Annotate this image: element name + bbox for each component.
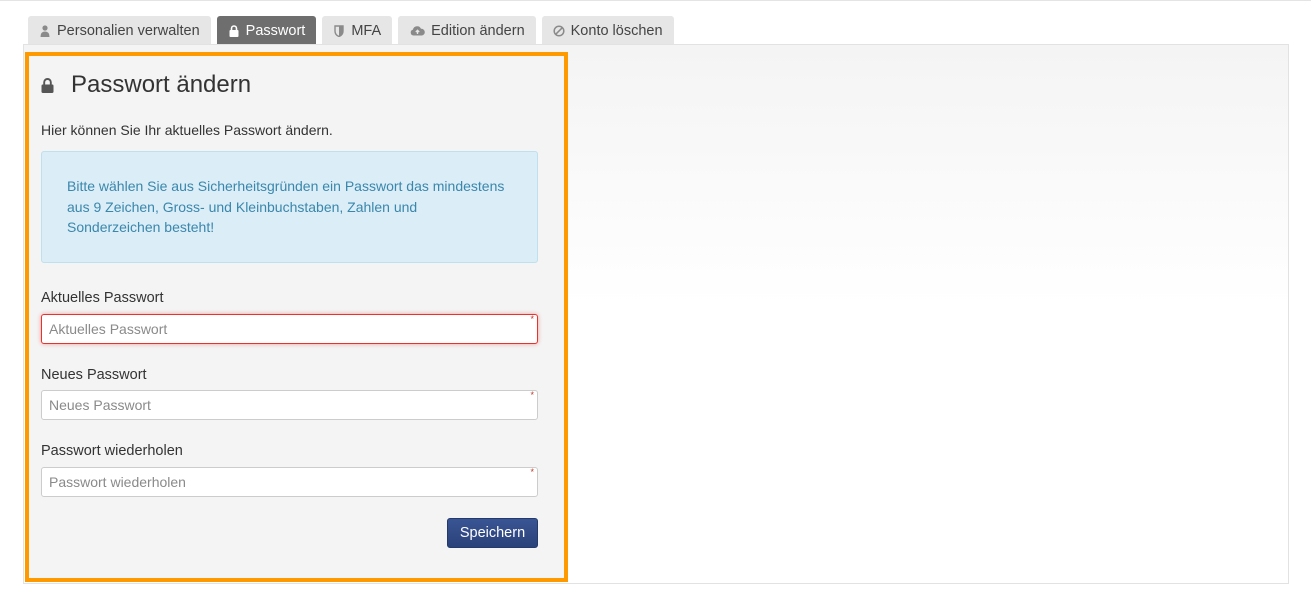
save-button[interactable]: Speichern xyxy=(447,518,538,548)
shield-icon xyxy=(333,24,345,37)
tab-label: MFA xyxy=(351,22,382,39)
cloud-upload-icon xyxy=(409,25,425,37)
tab-konto-loeschen[interactable]: Konto löschen xyxy=(541,16,674,45)
tab-edition[interactable]: Edition ändern xyxy=(398,16,536,45)
lock-icon xyxy=(41,77,55,93)
new-password-label: Neues Passwort xyxy=(41,367,147,383)
tab-label: Edition ändern xyxy=(431,22,525,39)
tab-passwort[interactable]: Passwort xyxy=(216,16,317,45)
password-policy-alert: Bitte wählen Sie aus Sicherheitsgründen … xyxy=(41,151,538,263)
user-icon xyxy=(39,24,51,37)
new-password-input[interactable] xyxy=(41,390,538,420)
required-marker: * xyxy=(530,467,534,477)
tab-label: Passwort xyxy=(245,22,306,39)
tab-label: Personalien verwalten xyxy=(57,22,200,39)
tab-bar: Personalien verwalten Passwort MFA Editi… xyxy=(28,16,680,45)
repeat-password-input[interactable] xyxy=(41,467,538,497)
current-password-field-wrapper: * xyxy=(41,314,538,344)
tab-label: Konto löschen xyxy=(570,22,663,39)
section-header: Passwort ändern xyxy=(41,71,251,99)
page-title: Passwort ändern xyxy=(71,71,252,98)
tab-mfa[interactable]: MFA xyxy=(322,16,393,45)
intro-text: Hier können Sie Ihr aktuelles Passwort ä… xyxy=(41,122,333,138)
lock-icon xyxy=(228,24,240,37)
required-marker: * xyxy=(530,390,534,400)
current-password-label: Aktuelles Passwort xyxy=(41,290,164,306)
current-password-input[interactable] xyxy=(41,314,538,344)
required-marker: * xyxy=(530,314,534,324)
top-divider xyxy=(0,0,1311,1)
repeat-password-label: Passwort wiederholen xyxy=(41,443,183,459)
repeat-password-field-wrapper: * xyxy=(41,467,538,497)
tab-personalien[interactable]: Personalien verwalten xyxy=(28,16,211,45)
new-password-field-wrapper: * xyxy=(41,390,538,420)
ban-icon xyxy=(553,24,565,37)
